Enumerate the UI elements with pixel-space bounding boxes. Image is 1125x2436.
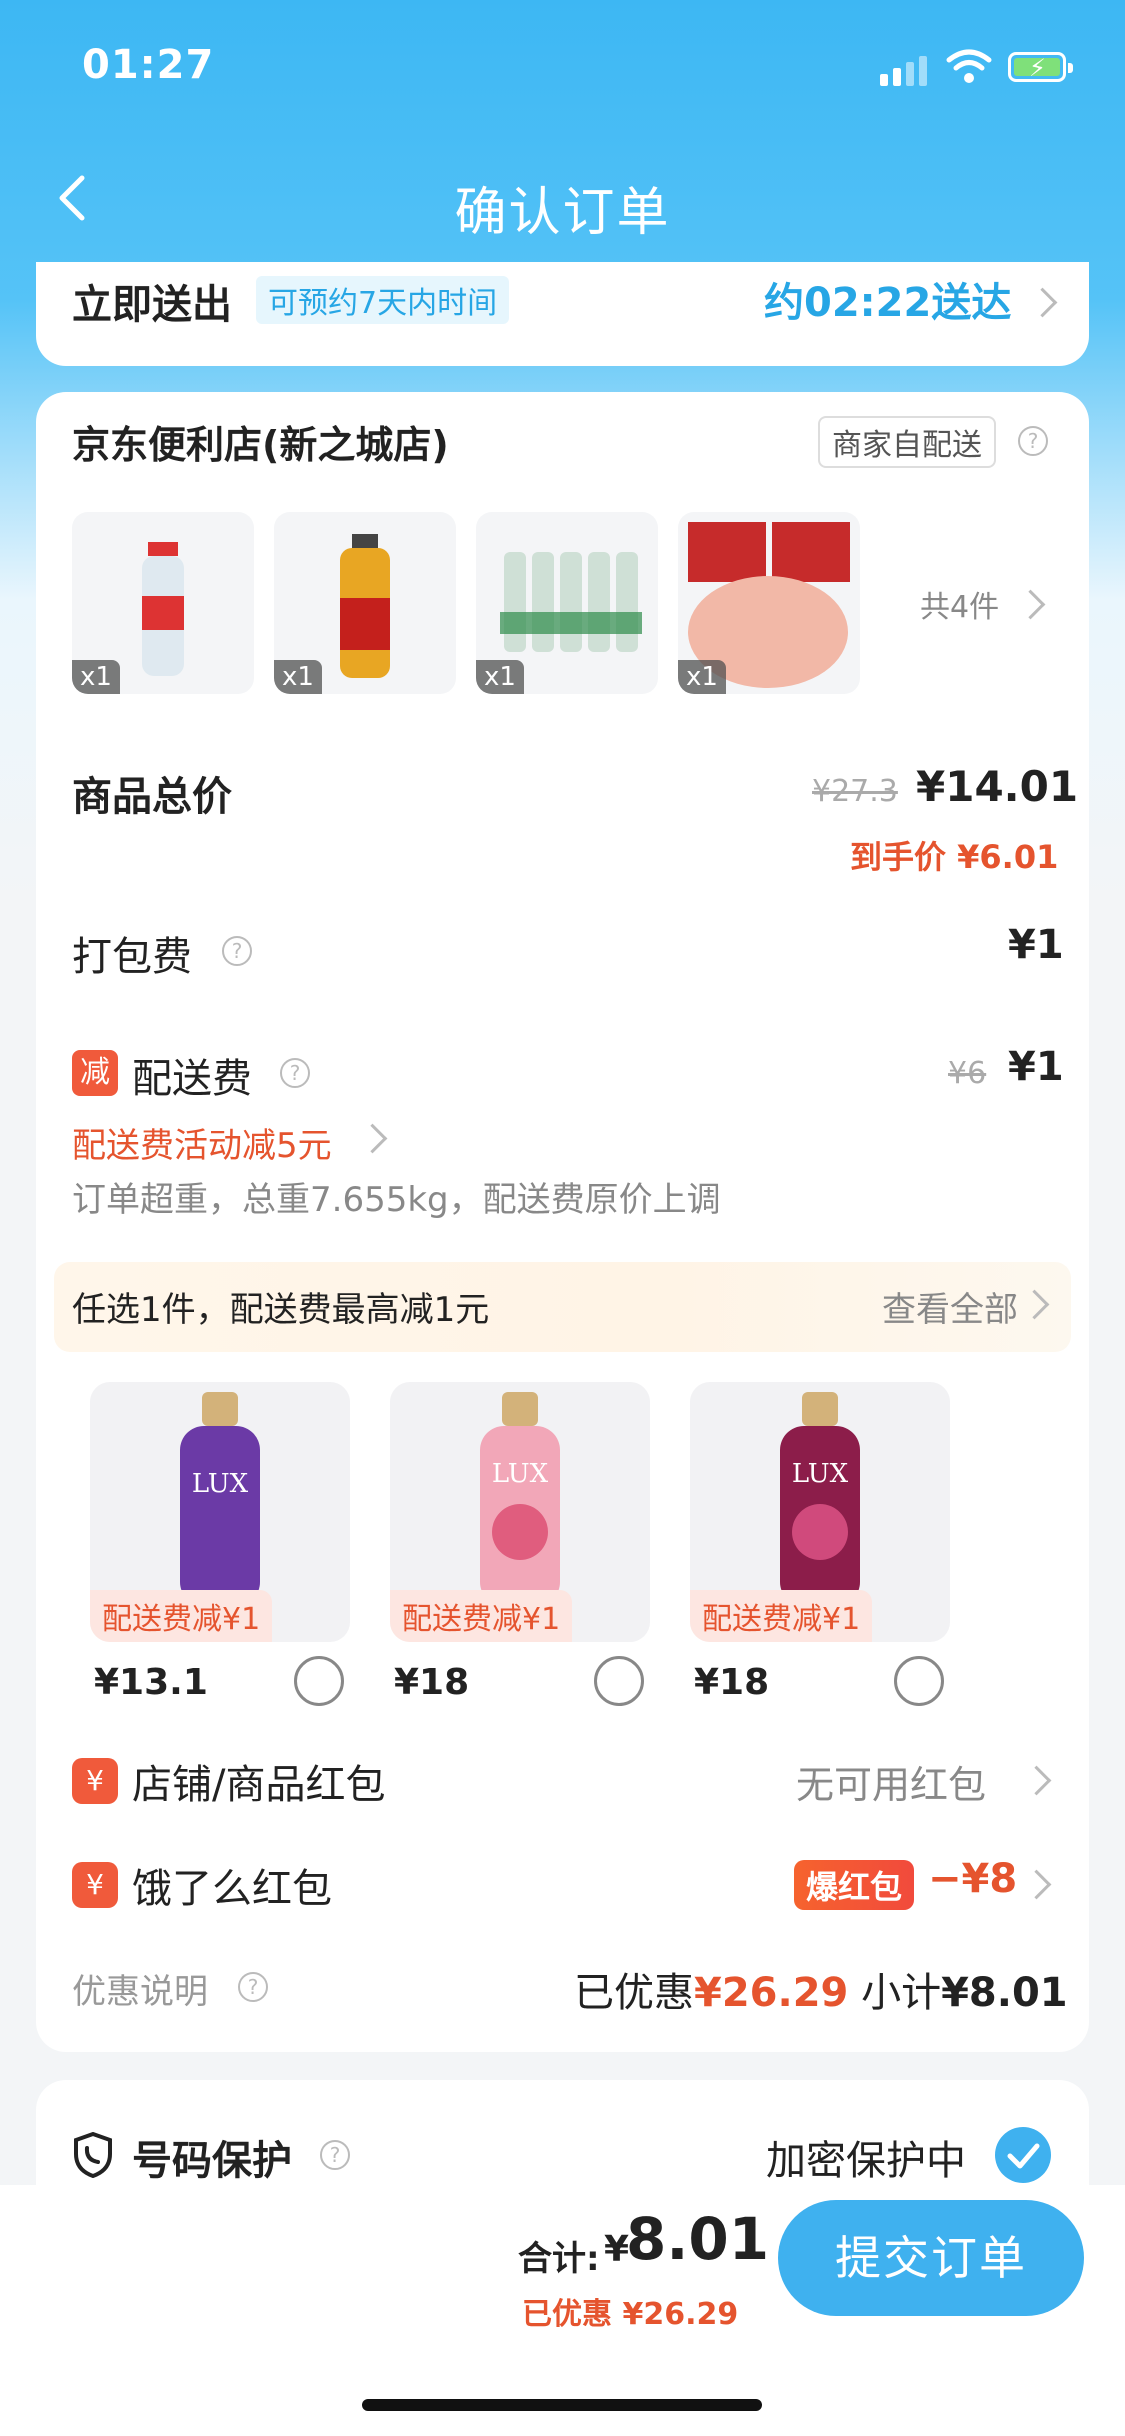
select-radio[interactable] (594, 1656, 644, 1706)
goods-total-label: 商品总价 (72, 774, 232, 820)
delivery-fee-label: 配送费 (132, 1056, 252, 1102)
home-indicator (362, 2399, 762, 2411)
shop-coupon-label: 店铺/商品红包 (132, 1762, 386, 1808)
view-all-link[interactable]: 查看全部 (882, 1282, 1018, 1331)
hot-coupon-tag: 爆红包 (794, 1860, 915, 1910)
nav-bar: 确认订单 (0, 150, 1125, 250)
suggested-product[interactable]: LUX 配送费减¥1 ¥18 (390, 1382, 650, 1706)
overweight-note: 订单超重，总重7.655kg，配送费原价上调 (72, 1180, 721, 1220)
help-icon[interactable]: ? (1018, 426, 1048, 456)
delivery-discount-banner: 任选1件，配送费最高减1元 查看全部 (54, 1262, 1071, 1352)
coupon-icon: ¥ (72, 1862, 118, 1908)
eleme-coupon-value: −¥8 (928, 1856, 1018, 1902)
product-thumb[interactable]: x1 (274, 512, 456, 694)
goods-price: ¥14.01 (916, 762, 1079, 811)
suggested-product[interactable]: LUX 配送费减¥1 ¥13.1 (90, 1382, 350, 1706)
suggested-price: ¥18 (694, 1662, 770, 1703)
discount-info-label: 优惠说明 (72, 1972, 208, 2012)
signal-icon (880, 56, 927, 86)
chevron-right-icon (1019, 1289, 1050, 1320)
eta-text[interactable]: 约02:22送达 (764, 270, 1011, 328)
delivery-label: 立即送出 (72, 282, 232, 328)
help-icon[interactable]: ? (280, 1058, 310, 1088)
shop-coupon-value: 无可用红包 (796, 1763, 987, 1807)
total-amount: 8.01 (626, 2205, 770, 2273)
submit-order-button[interactable]: 提交订单 (778, 2200, 1084, 2316)
product-thumb[interactable]: x1 (72, 512, 254, 694)
page-title: 确认订单 (454, 183, 671, 243)
item-count[interactable]: 共4件 (920, 582, 999, 626)
suggested-product[interactable]: LUX 配送费减¥1 ¥18 (690, 1382, 950, 1706)
reserve-tag: 可预约7天内时间 (256, 276, 510, 324)
select-radio[interactable] (894, 1656, 944, 1706)
help-icon[interactable]: ? (222, 936, 252, 966)
product-thumb[interactable]: x1 (476, 512, 658, 694)
suggested-price: ¥18 (394, 1662, 470, 1703)
battery-icon: ⚡ (1008, 52, 1073, 82)
total-label: 合计: (518, 2239, 600, 2279)
final-price: 到手价 ¥6.01 (850, 838, 1059, 876)
help-icon[interactable]: ? (238, 1972, 268, 2002)
delivery-promo[interactable]: 配送费活动减5元 (72, 1118, 332, 1167)
order-card: 京东便利店(新之城店) 商家自配送 ? x1 x1 x1 x1 共4件 商品总价… (36, 392, 1089, 2052)
help-icon[interactable]: ? (320, 2140, 350, 2170)
subtotal-amount: ¥8.01 (941, 1970, 1068, 2016)
coupon-icon: ¥ (72, 1758, 118, 1804)
packing-fee-label: 打包费 (72, 934, 192, 980)
delivery-time-card[interactable]: 立即送出 可预约7天内时间 约02:22送达 (36, 262, 1089, 366)
chevron-right-icon (1021, 1765, 1052, 1796)
discount-badge: 减 (72, 1050, 118, 1096)
shield-phone-icon (74, 2132, 112, 2178)
select-radio[interactable] (294, 1656, 344, 1706)
eleme-coupon-label: 饿了么红包 (132, 1866, 332, 1912)
wifi-icon (946, 49, 992, 83)
chevron-right-icon (357, 1123, 388, 1154)
delivery-fee-price: ¥1 (1008, 1044, 1064, 1090)
chevron-right-icon (1027, 287, 1058, 318)
packing-fee-price: ¥1 (1008, 922, 1064, 968)
privacy-label: 号码保护 (132, 2138, 292, 2184)
privacy-status: 加密保护中 (766, 2138, 966, 2184)
promo-text: 任选1件，配送费最高减1元 (72, 1290, 490, 1330)
svg-text:LUX: LUX (492, 1459, 549, 1489)
suggested-price: ¥13.1 (94, 1662, 208, 1703)
delivery-fee-original: ¥6 (948, 1056, 987, 1091)
bottom-saved: 已优惠 ¥26.29 (522, 2297, 739, 2332)
status-bar: 01:27 ⚡ (0, 0, 1125, 140)
delivery-type-tag: 商家自配送 (818, 416, 996, 468)
svg-text:LUX: LUX (792, 1459, 849, 1489)
status-time: 01:27 (82, 42, 215, 88)
product-thumb[interactable]: x1 (678, 512, 860, 694)
chevron-right-icon (1021, 1869, 1052, 1900)
goods-original-price: ¥27.3 (812, 774, 898, 809)
summary-line: 已优惠¥26.29 小计¥8.01 (574, 1970, 1068, 2016)
saved-amount: ¥26.29 (694, 1970, 849, 2016)
chevron-right-icon (1015, 589, 1046, 620)
check-circle-icon[interactable] (994, 2126, 1052, 2184)
store-name: 京东便利店(新之城店) (72, 423, 449, 467)
svg-text:LUX: LUX (192, 1469, 249, 1499)
